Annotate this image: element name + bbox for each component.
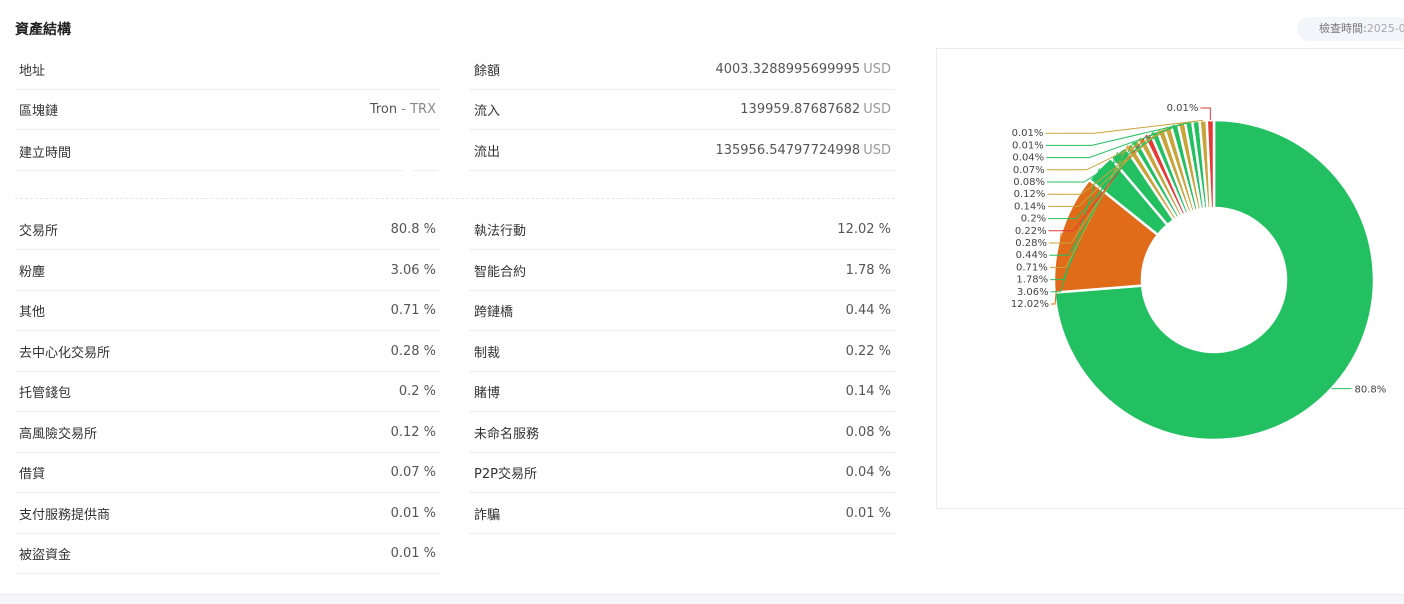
- outflow-value: 135956.54797724998 USD: [715, 143, 891, 158]
- slice-label: 1.78%: [1016, 275, 1048, 286]
- category-value: 0.44 %: [845, 303, 891, 318]
- slice-label: 0.08%: [1013, 177, 1045, 188]
- category-row: 智能合約 1.78 %: [470, 251, 895, 291]
- slice-label: 12.02%: [1011, 299, 1049, 310]
- category-row: 執法行動 12.02 %: [470, 210, 895, 250]
- category-value: 0.08 %: [845, 424, 891, 440]
- slice-label: 0.22%: [1015, 226, 1047, 237]
- category-row: 借貸 0.07 %: [15, 453, 440, 493]
- balance-label: 餘額: [474, 64, 501, 79]
- slice-label: 0.71%: [1016, 262, 1048, 273]
- section-divider: [15, 198, 895, 199]
- slice-label: 0.01%: [1167, 103, 1199, 114]
- check-time-label: 檢查時間:: [1319, 22, 1367, 35]
- category-value: 0.2 %: [398, 384, 436, 399]
- slice-label: 0.44%: [1016, 250, 1048, 261]
- created-row-border-end: [413, 170, 438, 171]
- category-label: 未命名服務: [474, 426, 540, 442]
- address-row: 地址: [15, 50, 440, 90]
- category-label: 托管錢包: [19, 386, 72, 401]
- category-row: 制裁 0.22 %: [470, 332, 895, 372]
- slice-label: 0.01%: [1012, 128, 1044, 139]
- category-label: 支付服務提供商: [19, 507, 111, 523]
- category-row: 詐騙 0.01 %: [470, 494, 895, 534]
- slice-label: 80.8%: [1354, 385, 1386, 396]
- donut-chart: 80.8% 12.02%3.06%1.78% 0.71%0.44%0.28%0.22…: [1011, 103, 1386, 442]
- check-time-badge: 檢查時間:2025-09: [1297, 17, 1404, 41]
- category-value: 0.14 %: [845, 384, 891, 399]
- category-value: 0.28 %: [390, 343, 436, 359]
- category-row: P2P交易所 0.04 %: [470, 453, 895, 493]
- section-title: 資產結構: [15, 22, 71, 38]
- slice-label: 0.14%: [1014, 201, 1046, 212]
- category-row: 支付服務提供商 0.01 %: [15, 494, 440, 534]
- category-label: 詐騙: [474, 507, 501, 523]
- category-label: 去中心化交易所: [19, 345, 111, 361]
- created-label: 建立時間: [19, 145, 72, 161]
- outflow-row: 流出 135956.54797724998 USD: [470, 131, 895, 171]
- category-value: 0.01 %: [390, 505, 436, 521]
- chart-container: 80.8% 12.02% 3.06% 1.78% 0.71% 0.44% 0.28% 0.22…: [936, 48, 1404, 509]
- category-label: 高風險交易所: [19, 426, 98, 442]
- chain-row: 區塊鏈 Tron - TRX: [15, 90, 440, 130]
- category-value: 0.07 %: [390, 465, 436, 480]
- category-label: P2P交易所: [474, 467, 537, 482]
- chain-value: Tron - TRX: [369, 102, 436, 117]
- address-label: 地址: [19, 64, 46, 79]
- category-label: 被盜資金: [19, 548, 72, 563]
- created-row: 建立時間: [15, 131, 440, 171]
- slice-label: 0.2%: [1021, 214, 1046, 225]
- category-value: 0.71 %: [390, 303, 436, 318]
- inflow-value: 139959.87687682 USD: [740, 102, 891, 117]
- category-label: 借貸: [19, 467, 46, 482]
- category-label: 制裁: [474, 345, 501, 361]
- category-label: 跨鏈橋: [474, 305, 514, 320]
- check-time-value: 2025-09: [1366, 22, 1404, 35]
- category-row: 粉塵 3.06 %: [15, 251, 440, 291]
- category-label: 執法行動: [474, 224, 527, 239]
- outflow-label: 流出: [474, 145, 501, 160]
- label-leader-line: [1200, 107, 1211, 121]
- slice-label: 0.01%: [1012, 140, 1044, 151]
- inflow-label: 流入: [474, 104, 501, 119]
- category-label: 交易所: [19, 224, 59, 239]
- category-value: 0.04 %: [845, 465, 891, 480]
- category-row: 其他 0.71 %: [15, 291, 440, 331]
- category-label: 智能合約: [474, 264, 527, 280]
- category-label: 其他: [19, 305, 46, 320]
- category-row: 托管錢包 0.2 %: [15, 372, 440, 412]
- category-row: 被盜資金 0.01 %: [15, 534, 440, 574]
- category-label: 粉塵: [19, 264, 46, 280]
- category-value: 3.06 %: [390, 262, 436, 278]
- slice-label: 3.06%: [1017, 287, 1049, 298]
- balance-row: 餘額 4003.3288995699995 USD: [470, 50, 895, 90]
- category-row: 去中心化交易所 0.28 %: [15, 332, 440, 372]
- slice-label: 0.28%: [1015, 238, 1047, 249]
- category-row: 高風險交易所 0.12 %: [15, 413, 440, 453]
- slice-label: 0.04%: [1012, 153, 1044, 164]
- category-row: 賭博 0.14 %: [470, 372, 895, 412]
- slice-label: 0.12%: [1014, 189, 1046, 200]
- created-row-border: [15, 170, 403, 171]
- category-label: 賭博: [474, 386, 501, 401]
- category-row: 交易所 80.8 %: [15, 210, 440, 250]
- chain-label: 區塊鏈: [19, 104, 59, 119]
- category-value: 0.01 %: [845, 505, 891, 521]
- category-value: 0.12 %: [390, 424, 436, 440]
- category-value: 0.01 %: [390, 546, 436, 561]
- inflow-row: 流入 139959.87687682 USD: [470, 90, 895, 130]
- balance-value: 4003.3288995699995 USD: [715, 62, 891, 77]
- category-value: 1.78 %: [845, 262, 891, 278]
- category-row: 未命名服務 0.08 %: [470, 413, 895, 453]
- category-value: 80.8 %: [390, 222, 436, 237]
- category-value: 12.02 %: [837, 222, 891, 237]
- category-row: 跨鏈橋 0.44 %: [470, 291, 895, 331]
- slice-label: 0.07%: [1013, 165, 1045, 176]
- category-value: 0.22 %: [845, 343, 891, 359]
